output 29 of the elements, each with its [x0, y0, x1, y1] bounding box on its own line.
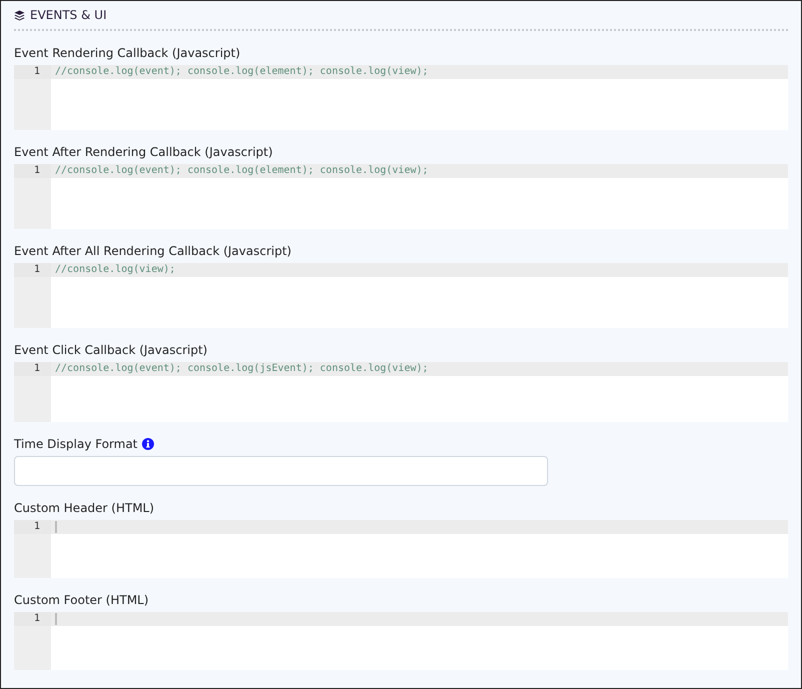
- code-editor[interactable]: 1 //console.log(event); console.log(element); console.log(view);: [14, 65, 788, 130]
- layers-icon: [14, 10, 25, 20]
- line-number: 1: [14, 164, 51, 178]
- input-field[interactable]: [14, 456, 548, 486]
- code-line: //console.log(event); console.log(element); console.log(view);: [55, 65, 428, 79]
- field-label: Event After All Rendering Callback (Javascript): [14, 244, 292, 258]
- field-label: Time Display Format: [14, 437, 138, 451]
- code-editor[interactable]: 1: [14, 612, 788, 670]
- info-icon[interactable]: [142, 438, 154, 450]
- field-label: Event Rendering Callback (Javascript): [14, 46, 240, 60]
- line-number: 1: [14, 65, 51, 79]
- code-editor[interactable]: 1 //console.log(event); console.log(jsEvent); console.log(view);: [14, 362, 788, 422]
- code-line: //console.log(view);: [55, 263, 176, 277]
- line-number: 1: [14, 612, 51, 626]
- line-number: 1: [14, 520, 51, 534]
- field-label: Event After Rendering Callback (Javascript): [14, 145, 273, 159]
- text-cursor: [55, 613, 57, 625]
- field-label: Custom Footer (HTML): [14, 593, 149, 607]
- code-editor[interactable]: 1 //console.log(view);: [14, 263, 788, 328]
- field-label: Custom Header (HTML): [14, 501, 154, 515]
- code-line: //console.log(event); console.log(jsEvent); console.log(view);: [55, 362, 428, 376]
- line-number: 1: [14, 263, 51, 277]
- field-label: Event Click Callback (Javascript): [14, 343, 208, 357]
- code-line: //console.log(event); console.log(element); console.log(view);: [55, 164, 428, 178]
- section-title: EVENTS & UI: [30, 8, 107, 22]
- code-editor[interactable]: 1: [14, 520, 788, 578]
- text-cursor: [55, 521, 57, 533]
- line-number: 1: [14, 362, 51, 376]
- code-editor[interactable]: 1 //console.log(event); console.log(element); console.log(view);: [14, 164, 788, 229]
